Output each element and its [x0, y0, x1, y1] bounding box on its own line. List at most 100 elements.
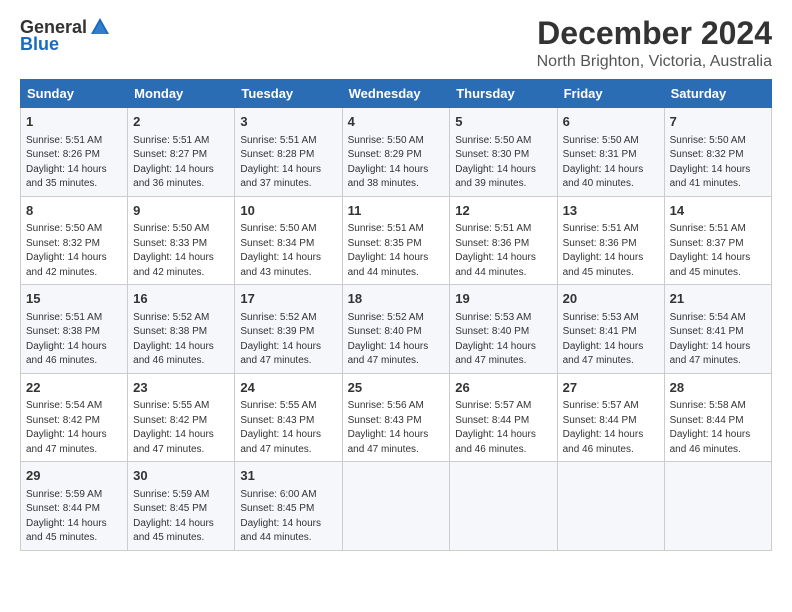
weekday-header-monday: Monday [128, 80, 235, 108]
day-info: Sunrise: 5:50 AMSunset: 8:30 PMDaylight:… [455, 135, 536, 190]
weekday-header-friday: Friday [557, 80, 664, 108]
day-info: Sunrise: 5:53 AMSunset: 8:40 PMDaylight:… [455, 312, 536, 367]
logo-icon [89, 16, 111, 38]
day-info: Sunrise: 5:58 AMSunset: 8:44 PMDaylight:… [670, 400, 751, 455]
day-number: 1 [26, 113, 122, 131]
day-number: 16 [133, 290, 229, 308]
day-cell [342, 462, 450, 551]
day-cell: 9Sunrise: 5:50 AMSunset: 8:33 PMDaylight… [128, 196, 235, 285]
day-cell: 30 Sunrise: 5:59 AMSunset: 8:45 PMDayligh… [128, 462, 235, 551]
week-row-3: 15 Sunrise: 5:51 AMSunset: 8:38 PMDayligh… [21, 285, 772, 374]
day-number: 21 [670, 290, 766, 308]
day-info: Sunrise: 5:51 AMSunset: 8:38 PMDaylight:… [26, 312, 107, 367]
calendar-header-row: SundayMondayTuesdayWednesdayThursdayFrid… [21, 80, 772, 108]
day-cell: 4 Sunrise: 5:50 AMSunset: 8:29 PMDaylight… [342, 108, 450, 197]
day-number: 15 [26, 290, 122, 308]
logo-blue: Blue [20, 34, 59, 55]
day-info: Sunrise: 5:54 AMSunset: 8:42 PMDaylight:… [26, 400, 107, 455]
day-cell [557, 462, 664, 551]
week-row-5: 29Sunrise: 5:59 AMSunset: 8:44 PMDayligh… [21, 462, 772, 551]
page-header: General Blue December 2024 North Brighto… [20, 16, 772, 71]
day-cell: 1Sunrise: 5:51 AMSunset: 8:26 PMDaylight… [21, 108, 128, 197]
day-info: Sunrise: 5:51 AMSunset: 8:37 PMDaylight:… [670, 223, 751, 278]
day-info: Sunrise: 5:59 AMSunset: 8:45 PMDaylight:… [133, 489, 214, 544]
day-cell: 12 Sunrise: 5:51 AMSunset: 8:36 PMDayligh… [450, 196, 557, 285]
day-cell: 22 Sunrise: 5:54 AMSunset: 8:42 PMDayligh… [21, 373, 128, 462]
day-cell: 25 Sunrise: 5:56 AMSunset: 8:43 PMDayligh… [342, 373, 450, 462]
day-number: 20 [563, 290, 659, 308]
day-number: 28 [670, 379, 766, 397]
day-number: 14 [670, 202, 766, 220]
day-cell: 24 Sunrise: 5:55 AMSunset: 8:43 PMDayligh… [235, 373, 342, 462]
day-info: Sunrise: 5:50 AMSunset: 8:29 PMDaylight:… [348, 135, 429, 190]
day-cell: 21 Sunrise: 5:54 AMSunset: 8:41 PMDayligh… [664, 285, 771, 374]
day-cell: 5 Sunrise: 5:50 AMSunset: 8:30 PMDaylight… [450, 108, 557, 197]
day-cell: 20 Sunrise: 5:53 AMSunset: 8:41 PMDayligh… [557, 285, 664, 374]
day-info: Sunrise: 5:57 AMSunset: 8:44 PMDaylight:… [455, 400, 536, 455]
weekday-header-saturday: Saturday [664, 80, 771, 108]
day-cell: 3 Sunrise: 5:51 AMSunset: 8:28 PMDaylight… [235, 108, 342, 197]
day-number: 30 [133, 467, 229, 485]
day-info: Sunrise: 5:53 AMSunset: 8:41 PMDaylight:… [563, 312, 644, 367]
logo: General Blue [20, 16, 111, 55]
weekday-header-tuesday: Tuesday [235, 80, 342, 108]
month-title: December 2024 [537, 16, 772, 51]
week-row-2: 8Sunrise: 5:50 AMSunset: 8:32 PMDaylight… [21, 196, 772, 285]
day-number: 6 [563, 113, 659, 131]
day-cell [664, 462, 771, 551]
day-number: 23 [133, 379, 229, 397]
day-info: Sunrise: 5:51 AMSunset: 8:36 PMDaylight:… [563, 223, 644, 278]
day-cell: 2 Sunrise: 5:51 AMSunset: 8:27 PMDaylight… [128, 108, 235, 197]
day-info: Sunrise: 5:51 AMSunset: 8:28 PMDaylight:… [240, 135, 321, 190]
day-cell: 7 Sunrise: 5:50 AMSunset: 8:32 PMDaylight… [664, 108, 771, 197]
day-number: 27 [563, 379, 659, 397]
day-number: 19 [455, 290, 551, 308]
day-info: Sunrise: 6:00 AMSunset: 8:45 PMDaylight:… [240, 489, 321, 544]
title-area: December 2024 North Brighton, Victoria, … [537, 16, 772, 71]
day-cell: 13Sunrise: 5:51 AMSunset: 8:36 PMDayligh… [557, 196, 664, 285]
calendar-table: SundayMondayTuesdayWednesdayThursdayFrid… [20, 79, 772, 551]
day-info: Sunrise: 5:52 AMSunset: 8:39 PMDaylight:… [240, 312, 321, 367]
day-number: 18 [348, 290, 445, 308]
day-cell [450, 462, 557, 551]
day-number: 22 [26, 379, 122, 397]
week-row-4: 22 Sunrise: 5:54 AMSunset: 8:42 PMDayligh… [21, 373, 772, 462]
day-cell: 23Sunrise: 5:55 AMSunset: 8:42 PMDayligh… [128, 373, 235, 462]
day-cell: 18 Sunrise: 5:52 AMSunset: 8:40 PMDayligh… [342, 285, 450, 374]
calendar-body: 1Sunrise: 5:51 AMSunset: 8:26 PMDaylight… [21, 108, 772, 551]
day-number: 17 [240, 290, 336, 308]
day-info: Sunrise: 5:51 AMSunset: 8:27 PMDaylight:… [133, 135, 214, 190]
day-cell: 10Sunrise: 5:50 AMSunset: 8:34 PMDayligh… [235, 196, 342, 285]
day-number: 4 [348, 113, 445, 131]
day-number: 24 [240, 379, 336, 397]
day-info: Sunrise: 5:51 AMSunset: 8:35 PMDaylight:… [348, 223, 429, 278]
day-info: Sunrise: 5:56 AMSunset: 8:43 PMDaylight:… [348, 400, 429, 455]
day-info: Sunrise: 5:59 AMSunset: 8:44 PMDaylight:… [26, 489, 107, 544]
day-number: 11 [348, 202, 445, 220]
day-info: Sunrise: 5:55 AMSunset: 8:43 PMDaylight:… [240, 400, 321, 455]
day-cell: 8Sunrise: 5:50 AMSunset: 8:32 PMDaylight… [21, 196, 128, 285]
day-cell: 16Sunrise: 5:52 AMSunset: 8:38 PMDayligh… [128, 285, 235, 374]
day-number: 5 [455, 113, 551, 131]
day-number: 12 [455, 202, 551, 220]
day-number: 2 [133, 113, 229, 131]
weekday-header-thursday: Thursday [450, 80, 557, 108]
day-cell: 27 Sunrise: 5:57 AMSunset: 8:44 PMDayligh… [557, 373, 664, 462]
location: North Brighton, Victoria, Australia [537, 53, 772, 71]
day-number: 3 [240, 113, 336, 131]
day-cell: 6Sunrise: 5:50 AMSunset: 8:31 PMDaylight… [557, 108, 664, 197]
day-cell: 31Sunrise: 6:00 AMSunset: 8:45 PMDayligh… [235, 462, 342, 551]
day-info: Sunrise: 5:54 AMSunset: 8:41 PMDaylight:… [670, 312, 751, 367]
day-number: 25 [348, 379, 445, 397]
day-cell: 26Sunrise: 5:57 AMSunset: 8:44 PMDayligh… [450, 373, 557, 462]
day-number: 7 [670, 113, 766, 131]
week-row-1: 1Sunrise: 5:51 AMSunset: 8:26 PMDaylight… [21, 108, 772, 197]
day-info: Sunrise: 5:50 AMSunset: 8:34 PMDaylight:… [240, 223, 321, 278]
day-info: Sunrise: 5:52 AMSunset: 8:40 PMDaylight:… [348, 312, 429, 367]
day-info: Sunrise: 5:50 AMSunset: 8:32 PMDaylight:… [670, 135, 751, 190]
day-cell: 29Sunrise: 5:59 AMSunset: 8:44 PMDayligh… [21, 462, 128, 551]
day-info: Sunrise: 5:57 AMSunset: 8:44 PMDaylight:… [563, 400, 644, 455]
day-cell: 15 Sunrise: 5:51 AMSunset: 8:38 PMDayligh… [21, 285, 128, 374]
day-cell: 14 Sunrise: 5:51 AMSunset: 8:37 PMDayligh… [664, 196, 771, 285]
day-info: Sunrise: 5:51 AMSunset: 8:36 PMDaylight:… [455, 223, 536, 278]
